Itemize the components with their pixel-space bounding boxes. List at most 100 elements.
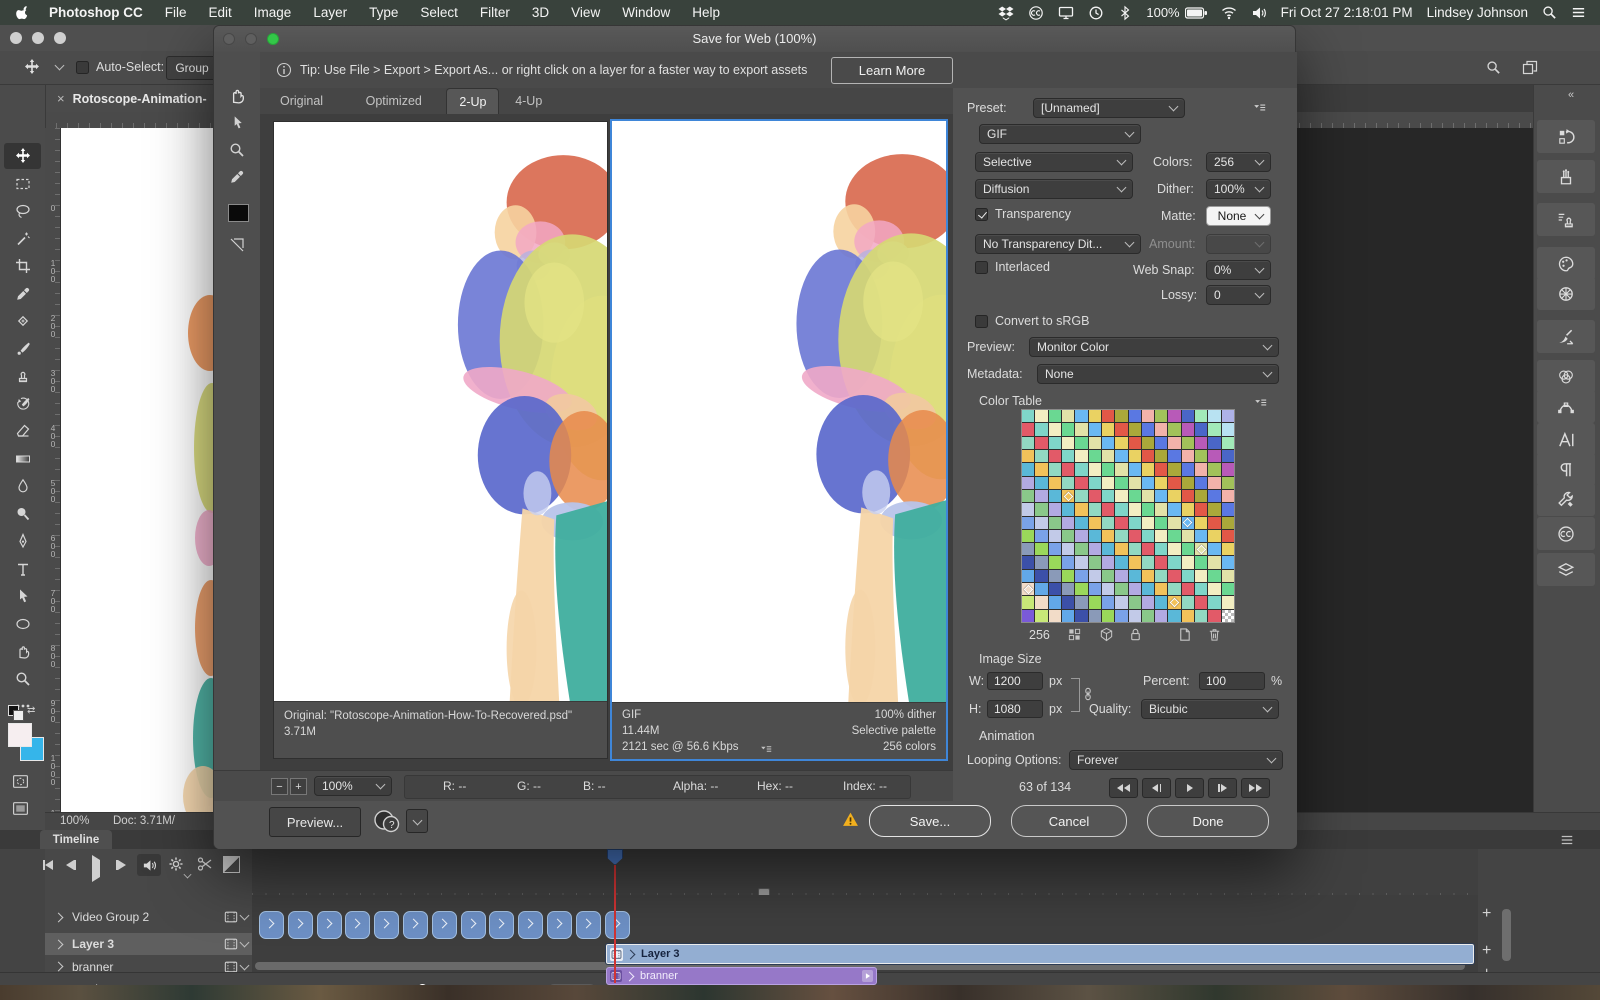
panel-icon-clone-source[interactable] — [1537, 203, 1595, 236]
color-swatch[interactable] — [1115, 476, 1128, 489]
color-swatch[interactable] — [1035, 516, 1048, 529]
color-swatch[interactable] — [1141, 583, 1155, 596]
color-swatch[interactable] — [1141, 569, 1155, 583]
color-swatch[interactable] — [1195, 516, 1208, 529]
matte-select[interactable]: None — [1206, 206, 1271, 226]
color-swatch[interactable] — [1115, 609, 1128, 622]
color-swatch[interactable] — [1181, 556, 1195, 569]
color-swatch[interactable] — [1035, 529, 1048, 543]
color-swatch[interactable] — [1048, 543, 1061, 556]
width-input[interactable]: 1200 — [987, 672, 1043, 690]
history-brush-tool[interactable] — [4, 391, 41, 417]
color-swatch[interactable] — [1048, 463, 1061, 476]
color-swatch[interactable] — [1048, 516, 1061, 529]
move-tool-option-icon[interactable] — [24, 59, 40, 75]
color-swatch[interactable] — [1088, 503, 1101, 516]
color-swatch[interactable] — [1195, 556, 1208, 569]
video-track-film-icon[interactable] — [224, 910, 250, 924]
panel-icon-brush-settings[interactable] — [1537, 320, 1595, 353]
color-swatch[interactable] — [1061, 489, 1075, 503]
download-speed-menu-icon[interactable] — [760, 743, 772, 755]
color-swatch[interactable] — [1115, 449, 1128, 463]
color-swatch[interactable] — [1141, 503, 1155, 516]
color-swatch[interactable] — [1128, 463, 1141, 476]
color-swatch[interactable] — [1061, 476, 1075, 489]
color-swatch[interactable] — [1048, 609, 1061, 622]
link-dimensions-icon[interactable] — [1081, 686, 1095, 702]
color-swatch[interactable] — [1061, 609, 1075, 622]
color-swatch[interactable] — [1181, 609, 1195, 622]
color-swatch[interactable] — [1022, 436, 1035, 449]
previous-frame-button[interactable] — [66, 860, 76, 870]
menu-image[interactable]: Image — [254, 5, 292, 20]
color-swatch[interactable] — [1022, 596, 1035, 609]
color-swatch[interactable] — [1075, 569, 1088, 583]
zoom-tool[interactable] — [4, 666, 41, 692]
healing-brush-tool[interactable] — [4, 308, 41, 334]
color-swatch[interactable] — [1075, 543, 1088, 556]
color-swatch[interactable] — [1101, 423, 1115, 436]
color-swatch[interactable] — [1208, 529, 1221, 543]
color-swatch[interactable] — [1035, 596, 1048, 609]
color-swatch[interactable] — [1088, 463, 1101, 476]
color-swatch[interactable] — [1208, 516, 1221, 529]
palette-select[interactable]: Selective — [975, 152, 1133, 172]
color-swatch[interactable] — [1048, 449, 1061, 463]
learn-more-button[interactable]: Learn More — [831, 57, 953, 84]
color-swatch[interactable] — [1022, 449, 1035, 463]
color-swatch[interactable] — [1221, 516, 1234, 529]
play-frame-button[interactable] — [1175, 778, 1204, 798]
timeline-settings-icon[interactable] — [168, 856, 184, 872]
swap-swatches-icon[interactable]: ⇄ — [27, 705, 35, 716]
add-clip-button-2[interactable]: + — [1482, 942, 1491, 960]
quick-select-tool[interactable] — [4, 226, 41, 252]
auto-select-mode[interactable]: Group — [166, 56, 218, 80]
color-swatch[interactable] — [1155, 423, 1168, 436]
color-swatch[interactable] — [1075, 556, 1088, 569]
color-swatch[interactable] — [1115, 583, 1128, 596]
zoom-level[interactable]: 100% — [60, 815, 89, 827]
color-swatch[interactable] — [1048, 489, 1061, 503]
transition-icon[interactable] — [223, 856, 240, 873]
color-swatch[interactable] — [1075, 489, 1088, 503]
video-clip[interactable] — [316, 911, 342, 939]
quick-mask-icon[interactable] — [12, 773, 29, 790]
color-swatch[interactable] — [1048, 569, 1061, 583]
last-frame-button[interactable] — [1241, 778, 1270, 798]
lossy-select[interactable]: 0 — [1206, 285, 1271, 305]
color-swatch[interactable] — [1035, 489, 1048, 503]
color-swatch[interactable] — [1128, 609, 1141, 622]
color-swatch[interactable] — [1088, 556, 1101, 569]
color-swatch[interactable] — [1141, 529, 1155, 543]
browser-preview-icon[interactable]: ? — [372, 807, 400, 835]
color-swatch[interactable] — [1181, 529, 1195, 543]
color-swatch[interactable] — [1101, 476, 1115, 489]
first-frame-button[interactable] — [1109, 778, 1138, 798]
color-swatch[interactable] — [1101, 436, 1115, 449]
workspace-icon[interactable] — [1522, 60, 1538, 76]
video-clip[interactable] — [345, 911, 371, 939]
color-swatch[interactable] — [1048, 556, 1061, 569]
color-swatch[interactable] — [1088, 410, 1101, 423]
color-swatch[interactable] — [1208, 476, 1221, 489]
dodge-tool[interactable] — [4, 501, 41, 527]
color-swatch[interactable] — [1128, 503, 1141, 516]
color-swatch[interactable] — [1195, 449, 1208, 463]
color-swatch[interactable] — [1075, 583, 1088, 596]
tab-2-up[interactable]: 2-Up — [446, 88, 500, 114]
color-swatch[interactable] — [1221, 449, 1234, 463]
time-machine-icon[interactable] — [1088, 5, 1104, 21]
color-swatch[interactable] — [1061, 543, 1075, 556]
layer3-film-icon[interactable] — [224, 937, 250, 951]
color-swatch[interactable] — [1168, 489, 1181, 503]
quality-select[interactable]: Bicubic — [1141, 699, 1279, 719]
video-clip[interactable] — [604, 911, 630, 939]
video-clip[interactable] — [575, 911, 601, 939]
metadata-select[interactable]: None — [1037, 364, 1279, 384]
previous-frame-button-dialog[interactable] — [1142, 778, 1171, 798]
color-swatch[interactable] — [1155, 503, 1168, 516]
video-clip[interactable] — [460, 911, 486, 939]
color-swatch[interactable] — [1035, 463, 1048, 476]
window-close-button[interactable] — [10, 32, 22, 44]
cancel-button[interactable]: Cancel — [1011, 805, 1127, 837]
